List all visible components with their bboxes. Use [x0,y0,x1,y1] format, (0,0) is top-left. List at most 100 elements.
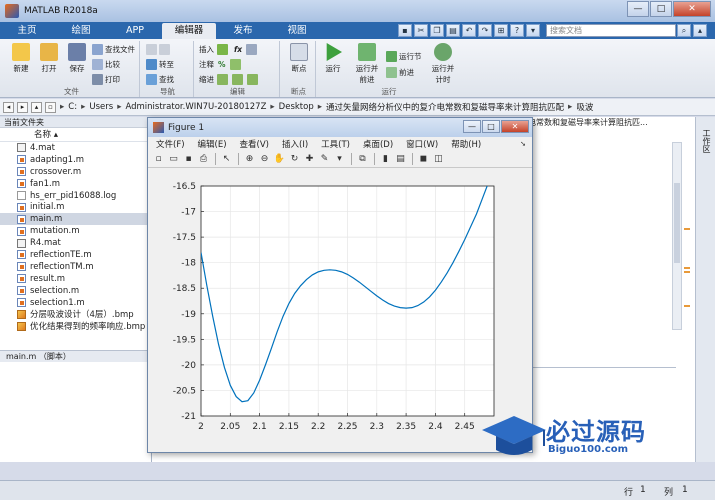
redo-quick-icon[interactable]: ↷ [478,24,492,37]
percent-comment-button[interactable]: % [218,60,226,69]
tab-editor[interactable]: 编辑器 [162,23,216,39]
zoom-in-icon[interactable]: ⊕ [244,154,255,165]
find-button[interactable]: 查找 [146,74,174,85]
breadcrumb-drive[interactable]: C: [68,102,77,112]
name-column-header[interactable]: 名称 ▴ [0,128,151,142]
tab-plots[interactable]: 绘图 [54,22,108,39]
breakpoint-button[interactable]: 断点 [286,43,312,74]
breadcrumb-users[interactable]: Users [89,102,113,112]
back-nav-icon[interactable]: ◂ [3,101,14,113]
menu-help[interactable]: 帮助(H) [451,138,481,150]
compare-button[interactable]: 比较 [92,59,120,70]
file-list-item[interactable]: reflectionTM.m [0,261,151,273]
menu-dock-arrow-icon[interactable]: ➘ [520,140,526,148]
folder-up-icon[interactable]: ▴ [31,101,42,113]
save-figure-icon[interactable]: ▪ [183,154,194,165]
menu-edit[interactable]: 编辑(E) [198,138,227,150]
help-quick-icon[interactable]: ? [510,24,524,37]
minimize-button[interactable]: — [627,1,649,17]
cut-quick-icon[interactable]: ✂ [414,24,428,37]
dropdown-quick-icon[interactable]: ▾ [526,24,540,37]
code-analyzer-mark[interactable] [684,267,690,269]
file-list-item[interactable]: initial.m [0,201,151,213]
menu-view[interactable]: 查看(V) [240,138,269,150]
file-list-item[interactable]: adapting1.m [0,154,151,166]
tab-view[interactable]: 视图 [270,22,324,39]
back-forward-buttons[interactable] [146,44,172,55]
run-and-time-button[interactable]: 运行并 计时 [428,43,458,85]
workspace-panel-collapsed[interactable]: 工作区 [695,117,715,462]
scrollbar-thumb[interactable] [674,183,680,263]
menu-desktop[interactable]: 桌面(D) [363,138,393,150]
link-plot-icon[interactable]: ⧉ [357,154,368,165]
menu-window[interactable]: 窗口(W) [406,138,438,150]
breadcrumb-user[interactable]: Administrator.WIN7U-20180127Z [125,102,266,112]
comment-button[interactable]: 注释 % [199,59,243,70]
pointer-icon[interactable]: ↖ [221,154,232,165]
forward-nav-icon[interactable]: ▸ [17,101,28,113]
zoom-out-icon[interactable]: ⊖ [259,154,270,165]
colorbar-icon[interactable]: ▮ [380,154,391,165]
brush-dropdown-icon[interactable]: ▾ [334,154,345,165]
wrap-comment-icon[interactable] [229,59,241,70]
search-icon[interactable]: ⌕ [677,24,691,37]
figure-maximize-button[interactable]: □ [482,120,500,133]
goto-button[interactable]: 转至 [146,59,174,70]
menu-tools[interactable]: 工具(T) [321,138,350,150]
print-figure-icon[interactable]: ⎙ [198,154,209,165]
file-list-item[interactable]: crossover.m [0,166,151,178]
save-quick-icon[interactable]: ▪ [398,24,412,37]
file-list-item[interactable]: 分层吸波设计（4层）.bmp [0,308,151,320]
tab-apps[interactable]: APP [108,22,162,39]
editor-tab-title[interactable]: 电常数和复磁导率来计算阻抗匹... [528,117,668,128]
file-list-item[interactable]: 4.mat [0,142,151,154]
code-analyzer-mark[interactable] [684,228,690,230]
run-button[interactable]: 运行 [320,43,346,74]
file-list-item[interactable]: main.m [0,213,151,226]
new-button[interactable]: 新建 [8,43,34,74]
editor-scrollbar[interactable] [672,142,682,330]
figure-minimize-button[interactable]: — [463,120,481,133]
tab-publish[interactable]: 发布 [216,22,270,39]
decrease-indent-icon[interactable] [247,74,258,85]
insert-button[interactable]: 插入 fx [199,44,259,55]
insert-dropdown-icon[interactable] [246,44,258,55]
file-list-item[interactable]: 优化结果得到的频率响应.bmp [0,320,151,332]
file-list-item[interactable]: selection.m [0,285,151,297]
open-file-icon[interactable]: ▭ [168,154,179,165]
brush-icon[interactable]: ✎ [319,154,330,165]
search-input[interactable]: 搜索文档 [546,24,676,37]
rotate-icon[interactable]: ↻ [289,154,300,165]
breadcrumb-project[interactable]: 通过矢量网络分析仪中的复介电常数和复磁导率来计算阻抗匹配 [326,101,564,113]
run-and-advance-button[interactable]: 运行并 前进 [352,43,382,85]
data-cursor-icon[interactable]: ✚ [304,154,315,165]
open-button[interactable]: 打开 [36,43,62,74]
menu-insert[interactable]: 插入(I) [282,138,308,150]
menu-file[interactable]: 文件(F) [156,138,185,150]
save-button[interactable]: 保存 [64,43,90,74]
print-button[interactable]: 打印 [92,74,120,85]
figure-close-button[interactable]: ✕ [501,120,529,133]
advance-button[interactable]: 前进 [386,67,414,78]
tab-home[interactable]: 主页 [0,22,54,39]
show-plot-tools-icon[interactable]: ◫ [433,154,444,165]
notification-icon[interactable]: ▴ [693,24,707,37]
undo-quick-icon[interactable]: ↶ [462,24,476,37]
new-figure-icon[interactable]: ▫ [153,154,164,165]
find-files-button[interactable]: 查找文件 [92,44,135,55]
increase-indent-icon[interactable] [232,74,243,85]
file-list-item[interactable]: hs_err_pid16088.log [0,190,151,202]
file-list-item[interactable]: mutation.m [0,225,151,237]
file-list-item[interactable]: reflectionTE.m [0,249,151,261]
close-button[interactable]: ✕ [673,1,711,17]
code-analyzer-mark[interactable] [684,271,690,273]
file-list-item[interactable]: fan1.m [0,178,151,190]
copy-quick-icon[interactable]: ❐ [430,24,444,37]
paste-quick-icon[interactable]: ▤ [446,24,460,37]
file-list-item[interactable]: result.m [0,273,151,285]
pan-icon[interactable]: ✋ [274,154,285,165]
run-section-button[interactable]: 运行节 [386,51,422,62]
legend-icon[interactable]: ▤ [395,154,406,165]
indent-button[interactable]: 缩进 [199,74,260,85]
hide-plot-tools-icon[interactable]: ◼ [418,154,429,165]
